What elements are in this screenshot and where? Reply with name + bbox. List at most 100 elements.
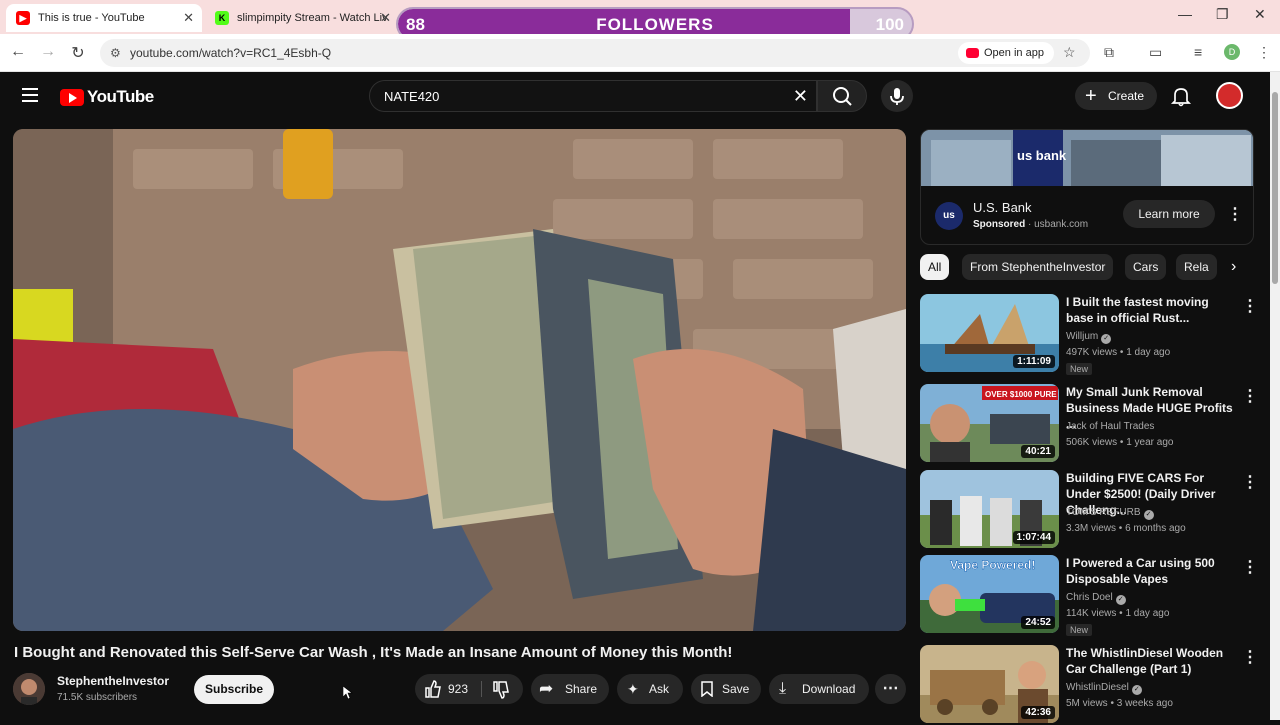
verified-icon: ✓: [1143, 510, 1154, 520]
channel-name[interactable]: StephentheInvestor: [57, 674, 169, 688]
ad-banner-image: us bank: [921, 130, 1253, 186]
channel-name[interactable]: WhistlinDiesel ✓: [1066, 682, 1142, 695]
mouse-cursor-icon: [343, 686, 353, 700]
forward-icon[interactable]: →: [38, 43, 58, 61]
extensions-icon[interactable]: ⧉: [1104, 44, 1114, 61]
video-menu-icon[interactable]: ⋮: [1242, 386, 1258, 406]
download-button[interactable]: ⤓ Download: [769, 674, 869, 704]
chip-cars[interactable]: Cars: [1125, 254, 1167, 280]
video-thumbnail[interactable]: Vape Powered! 24:52: [920, 555, 1059, 633]
minimize-icon[interactable]: —: [1178, 6, 1192, 22]
share-button[interactable]: ➦ Share: [531, 674, 609, 704]
subscribe-button[interactable]: Subscribe: [194, 675, 274, 704]
open-in-app-button[interactable]: Open in app: [958, 42, 1054, 64]
recommended-video[interactable]: 1:11:09 I Built the fastest moving base …: [920, 294, 1260, 375]
channel-name[interactable]: Chris Doel ✓: [1066, 592, 1126, 605]
video-menu-icon[interactable]: ⋮: [1242, 647, 1258, 667]
maximize-icon[interactable]: ❐: [1216, 6, 1229, 23]
channel-name[interactable]: Jack of Haul Trades: [1066, 421, 1154, 432]
voice-search-button[interactable]: [881, 80, 913, 112]
sparkle-icon: ✦: [627, 681, 639, 697]
more-actions-button[interactable]: ⋯: [875, 674, 906, 704]
thumbs-up-icon: [425, 680, 441, 698]
video-meta: 3.3M views • 6 months ago: [1066, 523, 1186, 534]
browser-toolbar: ← → ↻ ⚙ youtube.com/watch?v=RC1_4Esbh-Q …: [0, 34, 1280, 72]
verified-icon: ✓: [1131, 685, 1142, 695]
filter-chips: All From StephentheInvestor Cars Rela: [920, 254, 1256, 280]
tab-kick[interactable]: K slimpimpity Stream - Watch Liv ✕: [205, 4, 399, 32]
youtube-play-icon: [60, 88, 84, 106]
video-duration: 24:52: [1021, 616, 1055, 629]
tab-youtube[interactable]: ▶ This is true - YouTube ✕: [6, 4, 202, 32]
save-button[interactable]: Save: [691, 674, 761, 704]
video-title[interactable]: The WhistlinDiesel Wooden Car Challenge …: [1066, 645, 1236, 677]
youtube-icon: ▶: [16, 11, 30, 25]
cast-icon[interactable]: ▭: [1149, 44, 1162, 61]
site-info-icon[interactable]: ⚙: [110, 46, 121, 60]
page-scrollbar[interactable]: [1270, 72, 1280, 720]
video-thumbnail[interactable]: 42:36: [920, 645, 1059, 723]
close-tab-icon[interactable]: ✕: [183, 10, 194, 26]
search-button[interactable]: [817, 80, 867, 112]
followers-goal: 100: [875, 15, 904, 34]
channel-avatar[interactable]: [13, 673, 45, 705]
thumbnail-text: Vape Powered!: [950, 558, 1035, 572]
like-divider: [481, 681, 482, 697]
recommended-video[interactable]: OVER $1000 PURE PROFIT TODAY! 40:21 My S…: [920, 384, 1260, 464]
followers-label: FOLLOWERS: [596, 15, 714, 34]
sponsored-ad-card[interactable]: us bank us U.S. Bank Sponsored · usbank.…: [920, 129, 1254, 245]
chip-related[interactable]: Rela: [1176, 254, 1217, 280]
browser-menu-icon[interactable]: ⋮: [1257, 44, 1271, 61]
bookmark-icon: [701, 681, 713, 697]
new-badge: New: [1066, 363, 1093, 375]
like-count: 923: [448, 682, 469, 696]
search-input[interactable]: NATE420 ✕: [369, 80, 817, 112]
notifications-button[interactable]: [1170, 85, 1192, 112]
scrollbar-thumb[interactable]: [1272, 92, 1278, 284]
menu-icon[interactable]: [22, 88, 38, 102]
recommended-video[interactable]: Vape Powered! 24:52 I Powered a Car usin…: [920, 555, 1260, 636]
media-controls-icon[interactable]: ≡: [1194, 44, 1202, 60]
verified-icon: ✓: [1101, 334, 1112, 344]
channel-name[interactable]: TOM'S REFURB ✓: [1066, 507, 1154, 520]
video-thumbnail[interactable]: OVER $1000 PURE PROFIT TODAY! 40:21: [920, 384, 1059, 462]
channel-name[interactable]: Willjum ✓: [1066, 331, 1112, 344]
clear-search-icon[interactable]: ✕: [793, 86, 808, 107]
dislike-button[interactable]: [491, 674, 511, 715]
video-duration: 1:11:09: [1013, 355, 1055, 368]
video-title[interactable]: I Powered a Car using 500 Disposable Vap…: [1066, 555, 1236, 587]
chevron-right-icon[interactable]: ›: [1227, 258, 1241, 276]
recommended-video[interactable]: 42:36 The WhistlinDiesel Wooden Car Chal…: [920, 645, 1260, 725]
browser-profile-avatar[interactable]: D: [1224, 44, 1240, 60]
recommended-video[interactable]: 1:07:44 Building FIVE CARS For Under $25…: [920, 470, 1260, 550]
close-tab-icon[interactable]: ✕: [380, 10, 391, 26]
thumbs-down-icon: [493, 681, 509, 699]
video-menu-icon[interactable]: ⋮: [1242, 296, 1258, 316]
address-bar[interactable]: ⚙ youtube.com/watch?v=RC1_4Esbh-Q Open i…: [100, 39, 1090, 67]
video-title[interactable]: I Built the fastest moving base in offic…: [1066, 294, 1236, 326]
like-button[interactable]: [423, 674, 443, 715]
ad-menu-icon[interactable]: ⋮: [1227, 204, 1243, 224]
ad-banner-text: us bank: [1017, 148, 1067, 163]
chip-from-channel[interactable]: From StephentheInvestor: [962, 254, 1114, 280]
new-badge: New: [1066, 624, 1093, 636]
learn-more-button[interactable]: Learn more: [1123, 200, 1215, 228]
video-thumbnail[interactable]: 1:07:44: [920, 470, 1059, 548]
account-avatar[interactable]: [1216, 82, 1243, 109]
back-icon[interactable]: ←: [8, 43, 28, 61]
reload-icon[interactable]: ↻: [68, 43, 88, 63]
ask-button[interactable]: ✦ Ask: [617, 674, 683, 704]
video-player[interactable]: [13, 129, 906, 631]
video-menu-icon[interactable]: ⋮: [1242, 557, 1258, 577]
video-menu-icon[interactable]: ⋮: [1242, 472, 1258, 492]
video-meta: 506K views • 1 year ago: [1066, 437, 1174, 448]
youtube-logo[interactable]: YouTube: [60, 87, 154, 107]
tab-title: slimpimpity Stream - Watch Liv: [237, 12, 388, 24]
search-icon: [833, 87, 852, 106]
window-close-icon[interactable]: ✕: [1254, 6, 1266, 23]
bookmark-star-icon[interactable]: ☆: [1063, 44, 1076, 61]
video-thumbnail[interactable]: 1:11:09: [920, 294, 1059, 372]
chip-all[interactable]: All: [920, 254, 950, 280]
advertiser-logo: us: [935, 202, 963, 230]
create-button[interactable]: + Create: [1075, 82, 1157, 110]
